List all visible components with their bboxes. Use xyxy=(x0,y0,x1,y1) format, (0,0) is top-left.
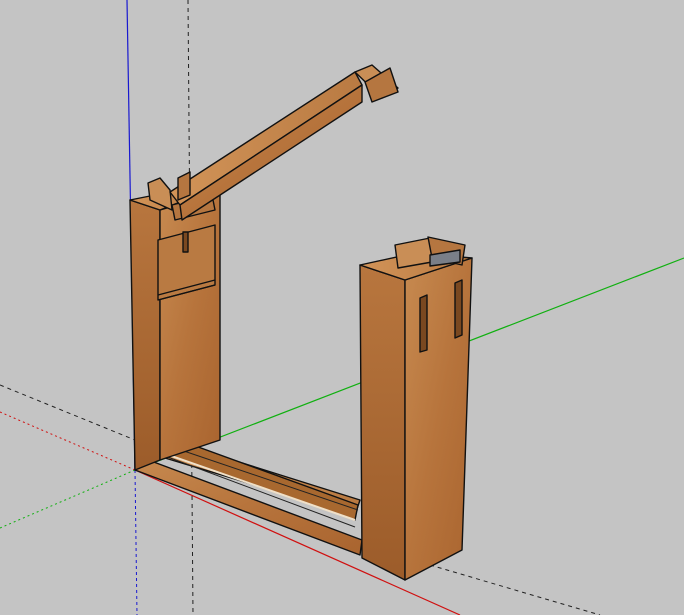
3d-scene[interactable] xyxy=(0,0,684,615)
green-axis-dashed xyxy=(0,469,136,529)
blue-axis-dashed xyxy=(134,469,138,615)
wooden-frame-model[interactable] xyxy=(129,64,473,581)
dashed-guide-left xyxy=(0,384,136,441)
right-slot-1 xyxy=(419,294,428,353)
left-post-front xyxy=(129,199,161,471)
dashed-guide-right xyxy=(429,564,601,615)
right-slot-2 xyxy=(454,279,463,339)
arm-hinge xyxy=(177,171,191,201)
right-post-front xyxy=(359,264,406,581)
left-slot xyxy=(182,231,189,253)
tilted-arm-side xyxy=(179,84,363,221)
right-top-block-1 xyxy=(394,237,433,269)
tilted-arm-top xyxy=(169,71,363,206)
red-axis-dashed xyxy=(0,411,136,471)
modeling-viewport[interactable] xyxy=(0,0,684,615)
